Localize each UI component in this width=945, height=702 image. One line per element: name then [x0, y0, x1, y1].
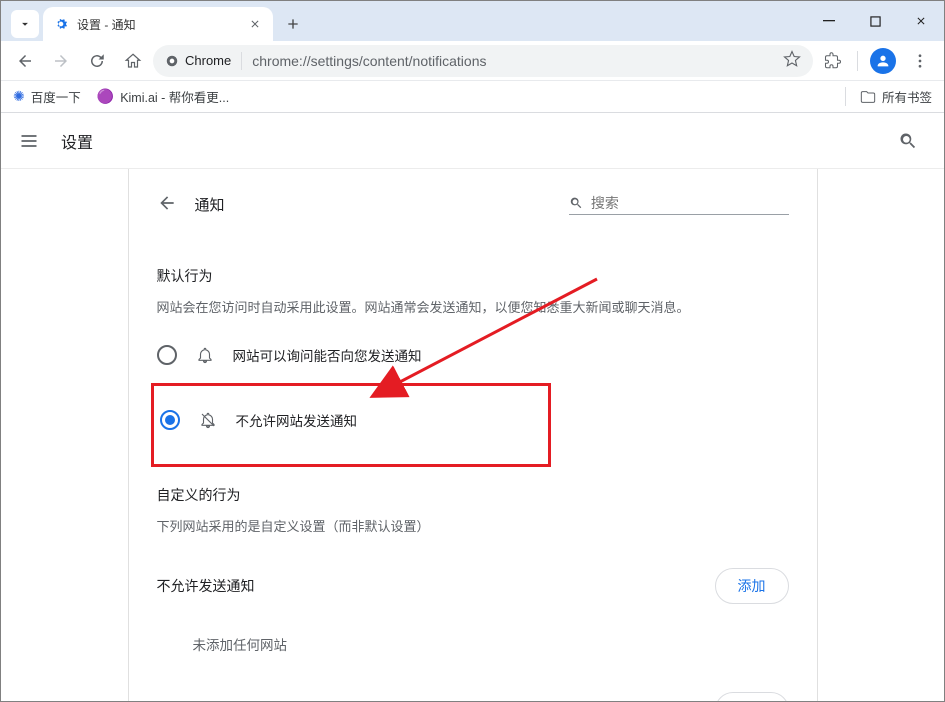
nav-home-button[interactable] — [117, 45, 149, 77]
paw-icon: ✺ — [13, 88, 25, 105]
nav-reload-button[interactable] — [81, 45, 113, 77]
tab-search-button[interactable] — [11, 10, 39, 38]
arrow-left-icon — [16, 52, 34, 70]
radio-label: 不允许网站发送通知 — [236, 410, 358, 430]
custom-behavior-desc: 下列网站采用的是自定义设置（而非默认设置） — [157, 517, 789, 538]
person-icon — [875, 53, 891, 69]
home-icon — [124, 52, 142, 70]
bookmarks-bar: ✺ 百度一下 🟣 Kimi.ai - 帮你看更... 所有书签 — [1, 81, 944, 113]
block-list-empty: 未添加任何网站 — [157, 618, 789, 678]
allow-list-title: 允许发送通知 — [157, 700, 241, 701]
search-input[interactable] — [591, 195, 789, 211]
default-behavior-desc: 网站会在您访问时自动采用此设置。网站通常会发送通知，以便您知悉重大新闻或聊天消息… — [157, 298, 789, 319]
chrome-icon — [165, 54, 179, 68]
bell-icon — [195, 346, 215, 364]
site-chip-label: Chrome — [185, 53, 231, 68]
separator — [241, 52, 242, 70]
more-vert-icon — [911, 52, 929, 70]
page-title: 通知 — [195, 194, 225, 215]
maximize-icon — [870, 16, 881, 27]
hamburger-icon — [19, 131, 39, 151]
settings-back-button[interactable] — [157, 193, 177, 216]
in-page-search-field[interactable] — [569, 195, 789, 215]
profile-button[interactable] — [870, 48, 896, 74]
settings-app-title: 设置 — [61, 129, 93, 153]
gear-icon — [53, 16, 69, 32]
radio-block-notifications[interactable]: 不允许网站发送通知 — [156, 400, 546, 440]
minimize-icon — [823, 15, 835, 27]
block-list-title: 不允许发送通知 — [157, 576, 255, 596]
browser-tab-active[interactable]: 设置 - 通知 — [43, 7, 273, 41]
radio-sites-can-ask[interactable]: 网站可以询问能否向您发送通知 — [157, 335, 789, 375]
radio-icon-selected — [160, 410, 180, 430]
bookmark-item-baidu[interactable]: ✺ 百度一下 — [13, 87, 81, 106]
browser-toolbar: Chrome chrome://settings/content/notific… — [1, 41, 944, 81]
window-maximize-button[interactable] — [852, 1, 898, 41]
nav-forward-button[interactable] — [45, 45, 77, 77]
arrow-right-icon — [52, 52, 70, 70]
puzzle-icon — [824, 52, 842, 70]
arrow-left-icon — [157, 193, 177, 213]
add-block-site-button[interactable]: 添加 — [715, 568, 789, 604]
site-chip: Chrome — [165, 53, 231, 68]
add-allow-site-button[interactable]: 添加 — [715, 692, 789, 701]
close-icon — [249, 18, 261, 30]
settings-content-card: 通知 默认行为 网站会在您访问时自动采用此设置。网站通常会发送通知，以便您知悉重… — [128, 169, 818, 701]
bookmark-item-kimi[interactable]: 🟣 Kimi.ai - 帮你看更... — [97, 87, 229, 106]
tab-close-button[interactable] — [247, 16, 263, 32]
window-controls — [806, 1, 944, 41]
allow-list-header: 允许发送通知 添加 — [157, 678, 789, 701]
browser-titlebar: 设置 - 通知 — [1, 1, 944, 41]
custom-behavior-heading: 自定义的行为 — [157, 485, 789, 505]
bookmark-label: 百度一下 — [31, 87, 81, 106]
all-bookmarks-label: 所有书签 — [882, 87, 932, 106]
settings-header: 设置 — [1, 113, 944, 169]
browser-menu-button[interactable] — [904, 45, 936, 77]
all-bookmarks-button[interactable]: 所有书签 — [845, 87, 932, 106]
star-icon — [783, 50, 801, 68]
window-close-button[interactable] — [898, 1, 944, 41]
plus-icon — [285, 16, 301, 32]
emoji-icon: 🟣 — [97, 88, 114, 105]
folder-icon — [860, 89, 876, 105]
default-behavior-heading: 默认行为 — [157, 266, 789, 286]
address-bar[interactable]: Chrome chrome://settings/content/notific… — [153, 45, 813, 77]
bookmark-star-button[interactable] — [783, 50, 801, 71]
search-icon — [898, 131, 918, 151]
separator — [857, 51, 858, 71]
settings-search-button[interactable] — [888, 131, 928, 151]
bell-off-icon — [198, 411, 218, 429]
search-icon — [569, 195, 583, 211]
radio-label: 网站可以询问能否向您发送通知 — [233, 345, 422, 365]
block-list-header: 不允许发送通知 添加 — [157, 554, 789, 618]
window-minimize-button[interactable] — [806, 1, 852, 41]
close-icon — [915, 15, 927, 27]
chevron-down-icon — [18, 17, 32, 31]
extensions-button[interactable] — [817, 45, 849, 77]
settings-menu-button[interactable] — [17, 131, 41, 151]
tab-title: 设置 - 通知 — [77, 16, 239, 33]
reload-icon — [88, 52, 106, 70]
bookmark-label: Kimi.ai - 帮你看更... — [120, 87, 229, 106]
new-tab-button[interactable] — [279, 10, 307, 38]
highlight-box: 不允许网站发送通知 — [151, 383, 551, 467]
nav-back-button[interactable] — [9, 45, 41, 77]
tab-strip: 设置 - 通知 — [1, 1, 307, 41]
url-text: chrome://settings/content/notifications — [252, 53, 486, 69]
radio-icon — [157, 345, 177, 365]
